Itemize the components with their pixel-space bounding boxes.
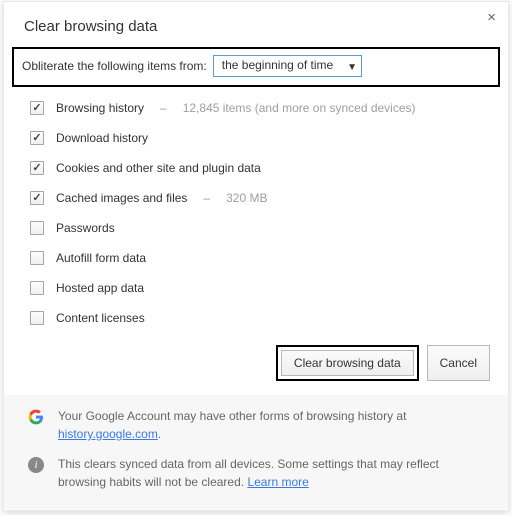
item-label: Hosted app data <box>56 281 144 295</box>
checkbox[interactable] <box>30 311 44 325</box>
list-item: Browsing history – 12,845 items (and more … <box>30 101 488 115</box>
info-panel: Your Google Account may have other forms… <box>4 395 508 509</box>
checkbox[interactable] <box>30 101 44 115</box>
list-item: Autofill form data <box>30 251 488 265</box>
dialog-title: Clear browsing data <box>4 2 508 47</box>
history-link[interactable]: history.google.com <box>58 427 158 441</box>
item-detail: 320 MB <box>226 191 267 205</box>
time-range-row: Obliterate the following items from: the… <box>12 47 500 87</box>
list-item: Cookies and other site and plugin data <box>30 161 488 175</box>
item-label: Download history <box>56 131 148 145</box>
item-label: Autofill form data <box>56 251 146 265</box>
item-label: Passwords <box>56 221 115 235</box>
info-account-text: Your Google Account may have other forms… <box>58 407 484 443</box>
info-icon: i <box>28 457 44 473</box>
info-row-sync: i This clears synced data from all devic… <box>28 455 484 491</box>
clear-data-button[interactable]: Clear browsing data <box>281 350 414 376</box>
time-range-select[interactable]: the beginning of time ▼ <box>213 55 362 77</box>
google-icon <box>28 409 44 425</box>
dialog-footer: Clear browsing data Cancel <box>4 341 508 395</box>
time-range-label: Obliterate the following items from: <box>22 59 207 73</box>
item-label: Browsing history <box>56 101 144 115</box>
learn-more-link[interactable]: Learn more <box>247 475 308 489</box>
list-item: Passwords <box>30 221 488 235</box>
info-row-account: Your Google Account may have other forms… <box>28 407 484 443</box>
close-icon[interactable]: × <box>487 10 496 25</box>
separator: – <box>160 101 167 115</box>
data-type-list: Browsing history – 12,845 items (and more … <box>4 97 508 325</box>
separator: – <box>203 191 210 205</box>
item-label: Cached images and files <box>56 191 187 205</box>
clear-browsing-data-dialog: × Clear browsing data Obliterate the fol… <box>3 1 509 511</box>
checkbox[interactable] <box>30 221 44 235</box>
item-label: Cookies and other site and plugin data <box>56 161 261 175</box>
checkbox[interactable] <box>30 161 44 175</box>
info-sync-text: This clears synced data from all devices… <box>58 455 484 491</box>
primary-button-highlight: Clear browsing data <box>276 345 419 381</box>
chevron-down-icon: ▼ <box>347 62 357 73</box>
item-label: Content licenses <box>56 311 145 325</box>
item-detail: 12,845 items (and more on synced devices… <box>183 101 416 115</box>
checkbox[interactable] <box>30 251 44 265</box>
checkbox[interactable] <box>30 281 44 295</box>
checkbox[interactable] <box>30 191 44 205</box>
list-item: Cached images and files – 320 MB <box>30 191 488 205</box>
list-item: Download history <box>30 131 488 145</box>
cancel-button[interactable]: Cancel <box>427 345 490 381</box>
checkbox[interactable] <box>30 131 44 145</box>
list-item: Hosted app data <box>30 281 488 295</box>
list-item: Content licenses <box>30 311 488 325</box>
time-range-value: the beginning of time <box>222 58 333 72</box>
